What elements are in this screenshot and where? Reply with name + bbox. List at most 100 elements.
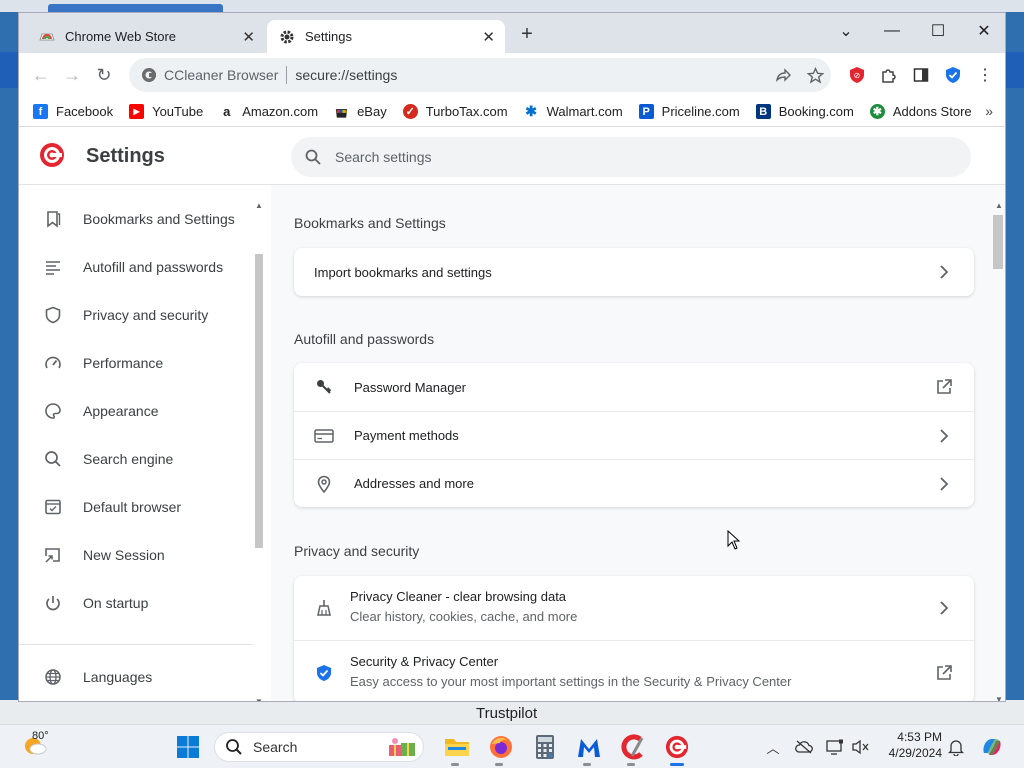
omnibox-separator <box>286 66 288 84</box>
sidebar-item-new-session[interactable]: New Session <box>19 531 259 579</box>
content-scroll-down-arrow[interactable]: ▼ <box>995 695 1003 701</box>
addons-store-icon: ✱ <box>869 104 885 119</box>
sidebar-item-on-startup[interactable]: On startup <box>19 579 259 627</box>
sidebar-scrollbar-thumb[interactable] <box>255 254 263 548</box>
addresses-row[interactable]: Addresses and more <box>294 459 974 507</box>
running-app-indicator <box>451 763 459 766</box>
new-tab-button[interactable]: + <box>515 23 539 47</box>
sidebar-item-search-engine[interactable]: Search engine <box>19 435 259 483</box>
calculator-icon[interactable] <box>531 733 559 761</box>
bookmark-amazon[interactable]: a Amazon.com <box>219 104 318 119</box>
bookmark-walmart[interactable]: ✱ Walmart.com <box>523 103 623 119</box>
tray-overflow-chevron-icon[interactable]: ︿ <box>764 738 782 756</box>
extensions-puzzle-icon[interactable] <box>879 65 899 85</box>
close-tab-icon[interactable]: ✕ <box>482 28 495 46</box>
bookmarks-bar: f Facebook ▶ YouTube a Amazon.com eBay ✓ Tur… <box>19 97 1005 127</box>
system-clock[interactable]: 4:53 PM 4/29/2024 <box>880 729 942 761</box>
sidebar-item-performance[interactable]: Performance <box>19 339 259 387</box>
forward-arrow-icon[interactable]: → <box>60 63 84 87</box>
row-label: Addresses and more <box>354 476 474 491</box>
sidebar-scroll-down-arrow[interactable]: ▼ <box>255 697 263 701</box>
mouse-cursor-icon <box>727 530 741 550</box>
row-description: Easy access to your most important setti… <box>350 674 792 689</box>
ccleaner-browser-taskbar-icon[interactable] <box>663 733 691 761</box>
ccleaner-icon[interactable] <box>619 733 647 761</box>
bookmark-ebay[interactable]: eBay <box>334 104 387 119</box>
sidebar-item-appearance[interactable]: Appearance <box>19 387 259 435</box>
bookmark-turbotax[interactable]: ✓ TurboTax.com <box>402 104 508 119</box>
ccleaner-logo-icon <box>40 143 64 167</box>
settings-search[interactable] <box>291 137 971 177</box>
sidebar-item-autofill[interactable]: Autofill and passwords <box>19 243 259 291</box>
password-manager-row[interactable]: Password Manager <box>294 363 974 411</box>
windows-start-icon[interactable] <box>174 733 202 761</box>
bookmark-priceline[interactable]: P Priceline.com <box>638 104 740 119</box>
bookmark-youtube[interactable]: ▶ YouTube <box>129 104 203 119</box>
file-explorer-icon[interactable] <box>443 733 471 761</box>
payment-methods-row[interactable]: Payment methods <box>294 411 974 459</box>
maximize-button[interactable]: ☐ <box>915 17 961 45</box>
security-shield-icon <box>314 663 334 683</box>
display-network-icon[interactable] <box>826 738 844 756</box>
search-icon <box>226 739 242 755</box>
tab-search-chevron-icon[interactable]: ⌄ <box>823 17 869 45</box>
volume-muted-icon[interactable] <box>852 738 870 756</box>
minimize-button[interactable]: — <box>869 17 915 45</box>
bookmark-star-icon[interactable] <box>806 66 824 84</box>
privacy-cleaner-row[interactable]: Privacy Cleaner - clear browsing data Cl… <box>294 576 974 640</box>
tab-chrome-web-store[interactable]: Chrome Web Store ✕ <box>27 20 265 53</box>
chevron-right-icon <box>934 426 954 446</box>
sidebar-item-default-browser[interactable]: Default browser <box>19 483 259 531</box>
import-bookmarks-row[interactable]: Import bookmarks and settings <box>294 248 974 296</box>
security-privacy-center-row[interactable]: Security & Privacy Center Easy access to… <box>294 640 974 701</box>
search-input[interactable] <box>335 149 935 165</box>
bookmark-booking[interactable]: B Booking.com <box>755 104 854 119</box>
booking-icon: B <box>755 104 771 119</box>
sidebar-item-label: New Session <box>83 547 165 563</box>
content-scroll-up-arrow[interactable]: ▲ <box>995 201 1003 210</box>
taskbar-search[interactable]: Search <box>214 732 424 762</box>
back-arrow-icon[interactable]: ← <box>29 63 53 87</box>
bookmark-facebook[interactable]: f Facebook <box>33 104 113 119</box>
side-panel-icon[interactable] <box>911 65 931 85</box>
omnibox-brand-label: CCleaner Browser <box>164 67 279 83</box>
sidebar-item-privacy[interactable]: Privacy and security <box>19 291 259 339</box>
ccleaner-browser-icon <box>142 68 156 82</box>
sidebar-item-bookmarks[interactable]: Bookmarks and Settings <box>19 195 259 243</box>
content-scrollbar-thumb[interactable] <box>993 215 1003 269</box>
bookmarks-overflow-chevron-icon[interactable]: » <box>985 103 993 119</box>
malwarebytes-icon[interactable] <box>575 733 603 761</box>
settings-page: Settings Bookmarks and Settings Autofill… <box>19 128 1005 701</box>
onedrive-offline-icon[interactable] <box>795 738 813 756</box>
reload-icon[interactable]: ↻ <box>92 63 116 87</box>
broom-icon <box>314 598 334 618</box>
sidebar-item-label: Default browser <box>83 499 182 515</box>
firefox-icon[interactable] <box>487 733 515 761</box>
weather-temperature: 80° <box>32 730 49 742</box>
sidebar-scroll-up-arrow[interactable]: ▲ <box>255 201 263 210</box>
priceline-icon: P <box>638 104 654 119</box>
notification-bell-icon[interactable] <box>947 738 965 756</box>
clock-date: 4/29/2024 <box>888 746 942 760</box>
bookmark-addons-store[interactable]: ✱ Addons Store <box>869 104 972 119</box>
ebay-icon <box>334 104 350 119</box>
sidebar-item-label: Appearance <box>83 403 159 419</box>
security-shield-extension-icon[interactable] <box>943 65 963 85</box>
sidebar-item-languages[interactable]: Languages <box>19 653 259 701</box>
menu-kebab-icon[interactable]: ⋮ <box>975 65 995 85</box>
bookmark-icon <box>43 209 63 229</box>
copilot-icon[interactable] <box>978 733 1006 761</box>
sidebar-divider <box>19 644 253 645</box>
omnibox[interactable]: CCleaner Browser secure://settings <box>129 58 831 92</box>
search-icon <box>303 147 323 167</box>
close-window-button[interactable]: ✕ <box>961 17 1005 45</box>
credit-card-icon <box>314 426 334 446</box>
share-icon[interactable] <box>774 66 792 84</box>
omnibox-url[interactable]: secure://settings <box>295 67 397 83</box>
palette-icon <box>43 401 63 421</box>
tab-settings[interactable]: Settings ✕ <box>267 20 505 53</box>
row-label: Security & Privacy Center <box>350 654 499 669</box>
close-tab-icon[interactable]: ✕ <box>242 28 255 46</box>
weather-widget[interactable]: 80° <box>22 730 49 758</box>
adblock-extension-icon[interactable]: ⊘ <box>847 65 867 85</box>
